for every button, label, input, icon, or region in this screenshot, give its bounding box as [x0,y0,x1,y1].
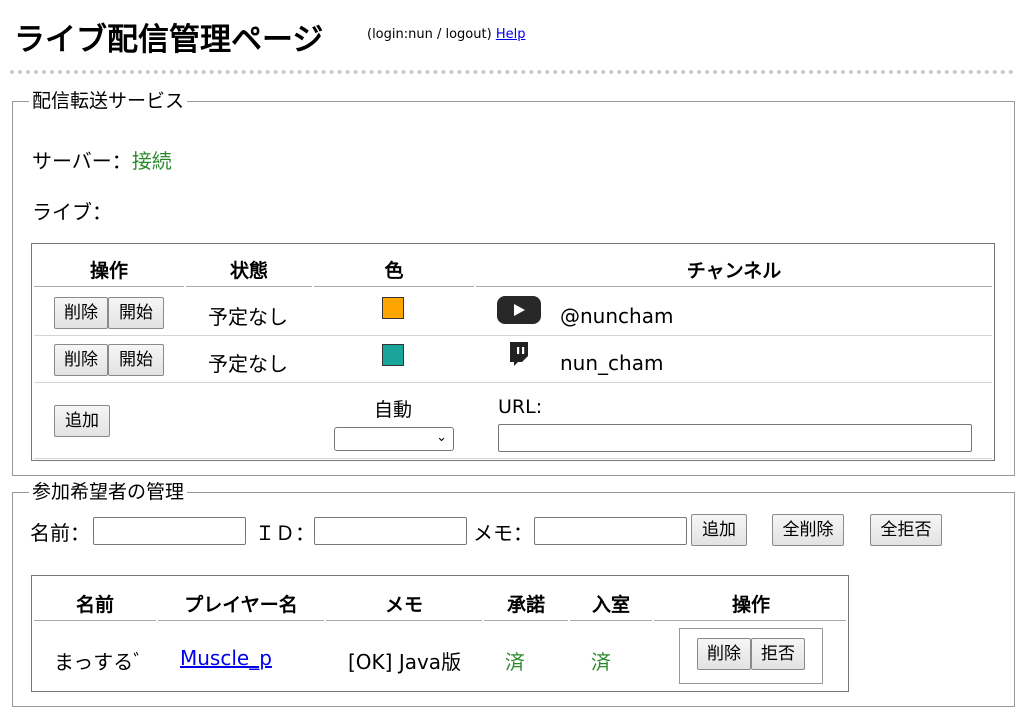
url-label: URL: [498,396,543,418]
delete-button[interactable]: 削除 [54,344,108,376]
live-label: ライブ： [32,200,112,224]
login-info: (login:nun / logout) Help [367,27,525,42]
col-header-status: 状態 [229,260,268,282]
header-underline [34,620,156,621]
channel-name: @nuncham [560,304,674,328]
name-input[interactable] [93,517,246,545]
login-text: (login:nun / logout) [367,27,492,42]
delete-all-button[interactable]: 全削除 [772,514,844,546]
color-swatch-orange[interactable] [382,297,404,319]
auto-label: 自動 [374,399,413,421]
participant-name: まっするﾞ [54,650,144,674]
memo-label: メモ： [473,521,533,545]
stream-service-legend: 配信転送サービス [32,90,185,112]
channel-name: nun_cham [560,351,664,375]
twitch-icon [510,342,528,366]
help-link[interactable]: Help [496,27,526,42]
header-underline [476,286,992,287]
row-status: 予定なし [208,305,288,329]
participant-memo: [OK] Java版 [348,650,462,674]
entered-status: 済 [591,650,611,674]
participants-legend: 参加希望者の管理 [32,481,185,503]
header-underline [654,620,846,621]
header-underline [186,286,312,287]
start-button[interactable]: 開始 [108,344,164,376]
memo-input[interactable] [534,517,687,545]
participants-table: 名前 プレイヤー名 メモ 承諾 入室 操作 まっするﾞ Muscle_p [OK… [31,575,849,692]
approved-status: 済 [505,650,525,674]
col-header-operation: 操作 [89,260,128,282]
name-label: 名前： [30,521,90,545]
col-header-approved: 承諾 [506,594,545,616]
header-divider [10,70,1014,74]
reject-all-button[interactable]: 全拒否 [870,514,942,546]
auto-select[interactable]: ⌄ [334,427,454,451]
add-participant-button[interactable]: 追加 [691,514,747,546]
page-title: ライブ配信管理ページ [14,22,324,58]
col-header-player: プレイヤー名 [184,594,298,616]
row-divider [34,458,992,459]
delete-participant-button[interactable]: 削除 [697,638,751,670]
delete-button[interactable]: 削除 [54,297,108,329]
header-underline [484,620,568,621]
reject-participant-button[interactable]: 拒否 [751,638,805,670]
server-label: サーバー： [32,149,132,173]
id-label: ＩＤ： [255,521,315,545]
server-status-line: サーバー：接続 [32,145,172,174]
col-header-entered: 入室 [591,594,630,616]
col-header-name: 名前 [75,594,114,616]
youtube-icon [497,296,541,324]
operation-box: 削除 拒否 [679,628,823,684]
start-button[interactable]: 開始 [108,297,164,329]
header-underline [158,620,324,621]
stream-table: 操作 状態 色 チャンネル 削除 開始 予定なし @nuncham 削除 開始 … [31,243,995,461]
header-underline [34,286,184,287]
header-underline [570,620,652,621]
col-header-channel: チャンネル [686,260,782,282]
add-channel-button[interactable]: 追加 [54,405,110,437]
row-status: 予定なし [208,352,288,376]
player-name-link[interactable]: Muscle_p [180,646,272,670]
row-divider [34,335,992,336]
col-header-operation: 操作 [731,594,770,616]
row-divider [34,382,992,383]
url-input[interactable] [498,424,972,452]
id-input[interactable] [314,517,467,545]
col-header-color: 色 [384,260,404,282]
color-swatch-teal[interactable] [382,344,404,366]
header-underline [314,286,474,287]
chevron-down-icon: ⌄ [436,430,447,445]
header-underline [326,620,482,621]
col-header-memo: メモ [384,594,423,616]
server-status: 接続 [131,149,172,173]
